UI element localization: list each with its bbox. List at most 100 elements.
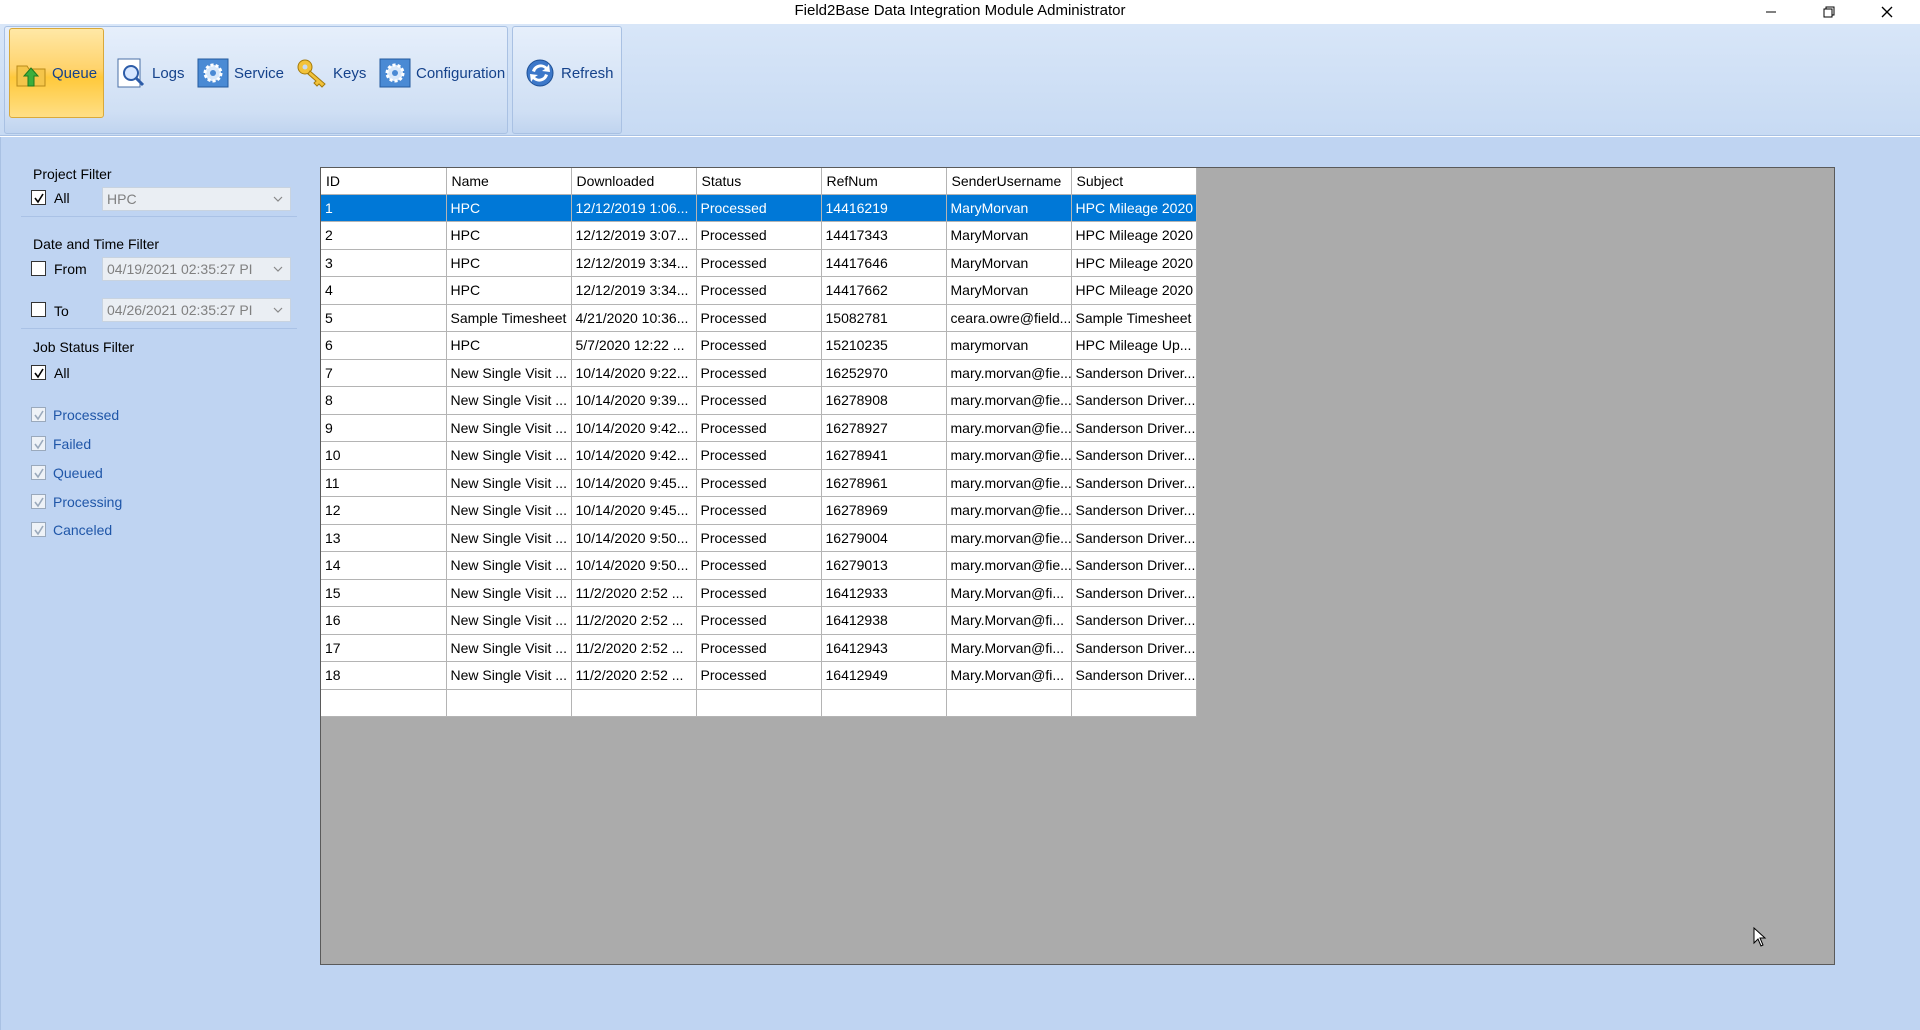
cell-name[interactable]: HPC	[446, 221, 572, 250]
cell-subject[interactable]: Sanderson Driver...	[1071, 551, 1197, 580]
project-combo[interactable]: HPC	[102, 187, 291, 211]
cell-sender-username[interactable]: mary.morvan@fie...	[946, 469, 1072, 497]
cell-name[interactable]: HPC	[446, 194, 572, 222]
cell-refnum[interactable]: 14417646	[821, 249, 947, 277]
table-row[interactable]: 9 New Single Visit ... 10/14/2020 9:42... P…	[321, 414, 1197, 442]
cell-name[interactable]: Sample Timesheet	[446, 304, 572, 332]
cell-downloaded[interactable]: 11/2/2020 2:52 ...	[571, 634, 697, 662]
cell-status[interactable]: Processed	[696, 441, 822, 470]
cell-sender-username[interactable]: mary.morvan@fie...	[946, 359, 1072, 387]
cell-downloaded[interactable]: 10/14/2020 9:39...	[571, 386, 697, 415]
cell-refnum[interactable]: 15210235	[821, 331, 947, 360]
cell-downloaded[interactable]: 10/14/2020 9:42...	[571, 414, 697, 442]
service-button[interactable]: Service	[192, 28, 287, 118]
empty-cell[interactable]	[946, 689, 1072, 717]
cell-refnum[interactable]: 16412933	[821, 579, 947, 607]
table-row[interactable]: 2 HPC 12/12/2019 3:07... Processed 14417343 M…	[321, 221, 1197, 250]
cell-sender-username[interactable]: mary.morvan@fie...	[946, 524, 1072, 552]
cell-name[interactable]: HPC	[446, 331, 572, 360]
cell-status[interactable]: Processed	[696, 276, 822, 305]
cell-downloaded[interactable]: 12/12/2019 3:07...	[571, 221, 697, 250]
cell-id[interactable]: 13	[321, 524, 447, 552]
close-button[interactable]	[1858, 0, 1916, 24]
cell-status[interactable]: Processed	[696, 579, 822, 607]
cell-subject[interactable]: Sanderson Driver...	[1071, 469, 1197, 497]
table-row[interactable]: 13 New Single Visit ... 10/14/2020 9:50...…	[321, 524, 1197, 552]
cell-status[interactable]: Processed	[696, 551, 822, 580]
cell-name[interactable]: New Single Visit ...	[446, 496, 572, 525]
cell-id[interactable]: 11	[321, 469, 447, 497]
cell-refnum[interactable]: 16412938	[821, 606, 947, 635]
cell-sender-username[interactable]: Mary.Morvan@fi...	[946, 606, 1072, 635]
table-row[interactable]: 10 New Single Visit ... 10/14/2020 9:42...…	[321, 441, 1197, 470]
cell-subject[interactable]: Sanderson Driver...	[1071, 359, 1197, 387]
cell-name[interactable]: New Single Visit ...	[446, 579, 572, 607]
column-header-id[interactable]: ID	[321, 168, 447, 195]
cell-status[interactable]: Processed	[696, 661, 822, 690]
cell-status[interactable]: Processed	[696, 606, 822, 635]
queue-button[interactable]: Queue	[9, 28, 104, 118]
cell-refnum[interactable]: 16278961	[821, 469, 947, 497]
cell-id[interactable]: 10	[321, 441, 447, 470]
cell-id[interactable]: 1	[321, 194, 447, 222]
cell-subject[interactable]: Sanderson Driver...	[1071, 606, 1197, 635]
column-header-downloaded[interactable]: Downloaded	[571, 168, 697, 195]
restore-button[interactable]	[1800, 0, 1858, 24]
cell-subject[interactable]: Sanderson Driver...	[1071, 441, 1197, 470]
cell-id[interactable]: 4	[321, 276, 447, 305]
cell-sender-username[interactable]: MaryMorvan	[946, 221, 1072, 250]
cell-subject[interactable]: Sanderson Driver...	[1071, 496, 1197, 525]
status-processing-checkbox[interactable]	[31, 494, 46, 509]
cell-refnum[interactable]: 16279013	[821, 551, 947, 580]
cell-id[interactable]: 9	[321, 414, 447, 442]
cell-refnum[interactable]: 16278941	[821, 441, 947, 470]
cell-id[interactable]: 14	[321, 551, 447, 580]
cell-id[interactable]: 17	[321, 634, 447, 662]
cell-sender-username[interactable]: marymorvan	[946, 331, 1072, 360]
empty-cell[interactable]	[446, 689, 572, 717]
refresh-button[interactable]: Refresh	[519, 28, 619, 118]
cell-downloaded[interactable]: 12/12/2019 3:34...	[571, 249, 697, 277]
cell-name[interactable]: New Single Visit ...	[446, 634, 572, 662]
cell-refnum[interactable]: 16412949	[821, 661, 947, 690]
cell-subject[interactable]: HPC Mileage 2020	[1071, 249, 1197, 277]
table-row[interactable]: 5 Sample Timesheet 4/21/2020 10:36... Proce…	[321, 304, 1197, 332]
table-row[interactable]: 18 New Single Visit ... 11/2/2020 2:52 ...…	[321, 661, 1197, 690]
cell-id[interactable]: 8	[321, 386, 447, 415]
cell-id[interactable]: 6	[321, 331, 447, 360]
cell-downloaded[interactable]: 5/7/2020 12:22 ...	[571, 331, 697, 360]
cell-name[interactable]: New Single Visit ...	[446, 359, 572, 387]
to-date-picker[interactable]: 04/26/2021 02:35:27 PI	[102, 298, 291, 322]
cell-status[interactable]: Processed	[696, 386, 822, 415]
cell-sender-username[interactable]: mary.morvan@fie...	[946, 386, 1072, 415]
status-canceled-checkbox[interactable]	[31, 522, 46, 537]
cell-status[interactable]: Processed	[696, 331, 822, 360]
cell-subject[interactable]: Sanderson Driver...	[1071, 386, 1197, 415]
table-new-row[interactable]	[321, 689, 1197, 717]
queue-grid[interactable]: ID Name Downloaded Status RefNum SenderU…	[320, 167, 1835, 965]
cell-status[interactable]: Processed	[696, 304, 822, 332]
cell-status[interactable]: Processed	[696, 634, 822, 662]
table-row[interactable]: 6 HPC 5/7/2020 12:22 ... Processed 15210235 m…	[321, 331, 1197, 360]
cell-name[interactable]: New Single Visit ...	[446, 469, 572, 497]
cell-name[interactable]: New Single Visit ...	[446, 524, 572, 552]
cell-name[interactable]: New Single Visit ...	[446, 661, 572, 690]
column-header-sender-username[interactable]: SenderUsername	[946, 168, 1072, 195]
empty-cell[interactable]	[1071, 689, 1197, 717]
from-checkbox[interactable]	[31, 261, 46, 276]
cell-refnum[interactable]: 14416219	[821, 194, 947, 222]
table-row[interactable]: 7 New Single Visit ... 10/14/2020 9:22... P…	[321, 359, 1197, 387]
cell-name[interactable]: New Single Visit ...	[446, 414, 572, 442]
cell-status[interactable]: Processed	[696, 249, 822, 277]
table-row[interactable]: 3 HPC 12/12/2019 3:34... Processed 14417646 M…	[321, 249, 1197, 277]
table-row[interactable]: 4 HPC 12/12/2019 3:34... Processed 14417662 M…	[321, 276, 1197, 305]
cell-subject[interactable]: Sanderson Driver...	[1071, 661, 1197, 690]
column-header-name[interactable]: Name	[446, 168, 572, 195]
cell-name[interactable]: New Single Visit ...	[446, 386, 572, 415]
cell-downloaded[interactable]: 10/14/2020 9:45...	[571, 496, 697, 525]
cell-downloaded[interactable]: 4/21/2020 10:36...	[571, 304, 697, 332]
to-checkbox[interactable]	[31, 302, 46, 317]
empty-cell[interactable]	[321, 689, 447, 717]
table-row[interactable]: 12 New Single Visit ... 10/14/2020 9:45...…	[321, 496, 1197, 525]
cell-status[interactable]: Processed	[696, 194, 822, 222]
